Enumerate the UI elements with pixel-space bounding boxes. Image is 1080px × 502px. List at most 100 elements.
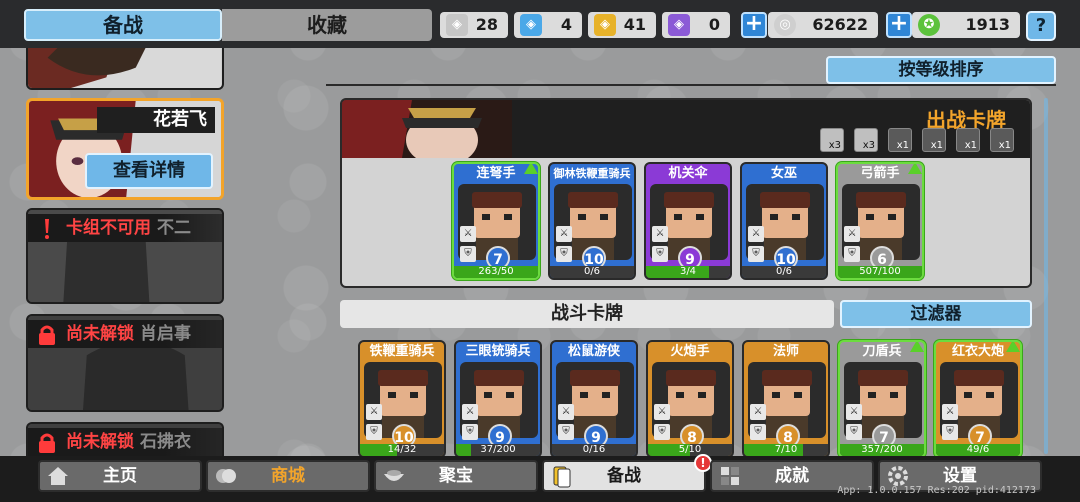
- battle-cards-header: 战斗卡牌: [340, 300, 834, 328]
- sort-by-level-button[interactable]: 按等级排序: [826, 56, 1056, 84]
- resource-value: 1913: [965, 15, 1010, 34]
- green-gem-icon: ✪: [918, 14, 940, 36]
- nav-home[interactable]: 主页: [38, 460, 202, 492]
- upgrade-arrow-icon: [1006, 342, 1020, 352]
- hero-card-unavailable[interactable]: 卡组不可用 不二: [26, 208, 224, 304]
- divider-line: [326, 84, 1056, 86]
- unit-trait-icon: ⚔: [558, 404, 574, 420]
- unit-card[interactable]: 机关伞 ⚔ ⛨ 9 3/4: [644, 162, 732, 280]
- hero-banner-art: [342, 100, 512, 158]
- silver-coin-icon: ◎: [774, 14, 796, 36]
- top-bar: 备战 收藏 ◈ 28 ◈ 4 ◈ 41 ◈ 0 + ◎ 62622 + ✪ 19…: [0, 0, 1080, 48]
- unit-name: 法师: [772, 344, 799, 359]
- unit-progress: 5/10: [648, 444, 732, 456]
- progress-text: 7/10: [774, 444, 798, 455]
- unit-card[interactable]: 刀盾兵 ⚔ ⛨ 7 357/200: [838, 340, 926, 458]
- unit-card[interactable]: 铁鞭重骑兵 ⚔ ⛨ 10 14/32: [358, 340, 446, 458]
- lock-icon: [39, 433, 55, 453]
- unit-card[interactable]: 弓箭手 ⚔ ⛨ 6 507/100: [836, 162, 924, 280]
- unit-type-icon: ⛨: [844, 246, 860, 262]
- resource-blue-shield: ◈ 4: [514, 12, 582, 38]
- unit-name: 三眼铳骑兵: [465, 344, 531, 359]
- unit-card[interactable]: 火炮手 ⚔ ⛨ 8 5/10: [646, 340, 734, 458]
- view-details-button[interactable]: 查看详情: [85, 153, 213, 189]
- unit-name: 机关伞: [668, 166, 708, 181]
- progress-text: 357/200: [861, 444, 903, 455]
- treasure-bowl-icon: [384, 470, 404, 481]
- unit-progress: 357/200: [840, 444, 924, 456]
- unit-card[interactable]: 女巫 ⚔ ⛨ 10 0/6: [740, 162, 828, 280]
- unit-trait-icon: ⚔: [462, 404, 478, 420]
- unit-progress: 37/200: [456, 444, 540, 456]
- unit-card[interactable]: 三眼铳骑兵 ⚔ ⛨ 9 37/200: [454, 340, 542, 458]
- unit-trait-icon: ⚔: [750, 404, 766, 420]
- resource-value: 28: [475, 15, 498, 34]
- hero-name: 花若飞: [97, 107, 215, 133]
- warning-icon: [45, 219, 49, 239]
- tab-collection[interactable]: 收藏: [222, 9, 432, 41]
- deck-header: 出战卡牌 x3 x3 x1 x1 x1 x1: [342, 100, 1030, 158]
- resource-value: 4: [560, 15, 572, 34]
- unit-type-icon: ⛨: [942, 424, 958, 440]
- unit-type-icon: ⛨: [846, 424, 862, 440]
- locked-banner: 尚未解锁 肖启事: [28, 320, 222, 348]
- hero-card-top-partial[interactable]: [26, 48, 224, 90]
- unit-progress: 14/32: [360, 444, 444, 456]
- resource-value: 41: [623, 15, 646, 34]
- add-gems-button[interactable]: +: [886, 12, 912, 38]
- unit-progress: 7/10: [744, 444, 828, 456]
- progress-text: 14/32: [387, 444, 417, 455]
- deck-slot: x3: [854, 128, 878, 152]
- nav-label: 主页: [103, 466, 137, 486]
- hero-card-locked-2[interactable]: 尚未解锁 石拂衣: [26, 422, 224, 456]
- nav-label: 聚宝: [439, 466, 473, 486]
- hero-name-faded: 肖启事: [140, 324, 191, 344]
- help-button[interactable]: ?: [1026, 11, 1056, 41]
- shop-coins-icon: [216, 469, 236, 483]
- unit-card[interactable]: 红衣大炮 ⚔ ⛨ 7 49/6: [934, 340, 1022, 458]
- unit-card[interactable]: 御林铁鞭重骑兵 ⚔ ⛨ 10 0/6: [548, 162, 636, 280]
- hero-card-locked-1[interactable]: 尚未解锁 肖启事: [26, 314, 224, 412]
- progress-text: 5/10: [678, 444, 702, 455]
- nav-label: 商城: [271, 466, 305, 486]
- resource-coins: ◎ 62622: [768, 12, 878, 38]
- unit-progress: 0/6: [742, 266, 826, 278]
- nav-prepare[interactable]: 备战 !: [542, 454, 712, 492]
- filter-button[interactable]: 过滤器: [840, 300, 1032, 328]
- deck-slot: x3: [820, 128, 844, 152]
- unit-type-icon: ⛨: [556, 246, 572, 262]
- status-text: 卡组不可用: [66, 218, 151, 238]
- nav-shop[interactable]: 商城: [206, 460, 370, 492]
- progress-text: 0/6: [775, 266, 793, 277]
- add-coins-button[interactable]: +: [741, 12, 767, 38]
- build-info: App: 1.0.0.157 Res:202 pid:412173: [837, 485, 1036, 496]
- unit-type-icon: ⛨: [460, 246, 476, 262]
- unit-type-icon: ⛨: [462, 424, 478, 440]
- hero-card-selected[interactable]: 花若飞 查看详情: [26, 98, 224, 200]
- deck-unavailable-banner: 卡组不可用 不二: [28, 214, 222, 242]
- progress-text: 37/200: [480, 444, 516, 455]
- unit-type-icon: ⛨: [652, 246, 668, 262]
- upgrade-arrow-icon: [908, 164, 922, 174]
- nav-treasure[interactable]: 聚宝: [374, 460, 538, 492]
- unit-card[interactable]: 法师 ⚔ ⛨ 8 7/10: [742, 340, 830, 458]
- unit-name: 铁鞭重骑兵: [369, 344, 435, 359]
- status-text: 尚未解锁: [66, 324, 134, 344]
- unit-name: 火炮手: [670, 344, 710, 359]
- unit-progress: 0/16: [552, 444, 636, 456]
- gold-shield-icon: ◈: [594, 14, 616, 36]
- unit-card[interactable]: 松鼠游侠 ⚔ ⛨ 9 0/16: [550, 340, 638, 458]
- status-text: 尚未解锁: [66, 432, 134, 452]
- unit-type-icon: ⛨: [750, 424, 766, 440]
- unit-trait-icon: ⚔: [942, 404, 958, 420]
- silver-shield-icon: ◈: [446, 14, 468, 36]
- tab-prepare[interactable]: 备战: [24, 9, 222, 41]
- resource-silver-shield: ◈ 28: [440, 12, 508, 38]
- resource-value: 0: [708, 15, 720, 34]
- nav-label: 设置: [943, 466, 977, 486]
- unit-trait-icon: ⚔: [846, 404, 862, 420]
- progress-text: 0/6: [583, 266, 601, 277]
- unit-trait-icon: ⚔: [556, 226, 572, 242]
- unit-card[interactable]: 连弩手 ⚔ ⛨ 7 263/50: [452, 162, 540, 280]
- scrollbar[interactable]: [1044, 98, 1048, 454]
